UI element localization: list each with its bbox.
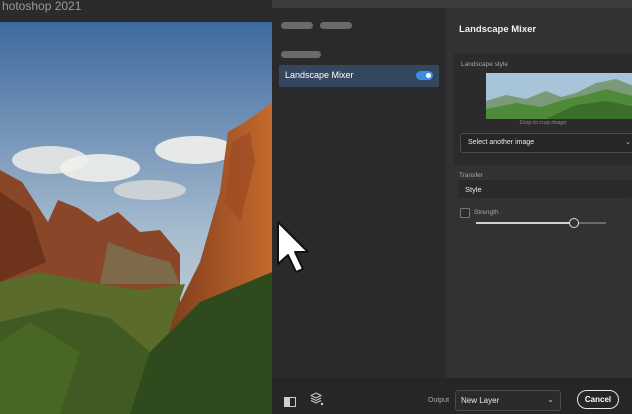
- neural-filters-panel: Landscape Mixer Landscape Mixer Landscap…: [272, 0, 632, 414]
- category-heading: [281, 51, 321, 58]
- document-titlebar: hotoshop 2021: [0, 0, 272, 22]
- select-image-label: Select another image: [468, 139, 535, 146]
- cancel-label: Cancel: [584, 395, 612, 404]
- select-another-image-button[interactable]: Select another image ⌄: [460, 133, 632, 153]
- strength-slider-handle[interactable]: [569, 218, 579, 228]
- output-label: Output: [428, 397, 450, 404]
- transfer-style-value: Style: [465, 185, 482, 194]
- app-title: hotoshop 2021: [2, 0, 82, 13]
- landscape-style-label: Landscape style: [461, 61, 508, 68]
- transfer-style-field[interactable]: Style: [458, 180, 632, 198]
- canvas-photo[interactable]: [0, 22, 272, 414]
- thumbnail-caption: Drop to crop image: [519, 120, 567, 126]
- layers-icon[interactable]: [309, 392, 324, 411]
- tab-wait-list[interactable]: [320, 22, 352, 29]
- chevron-down-icon: ⌄: [547, 395, 554, 404]
- thumbnail-image: [486, 73, 632, 119]
- cancel-button[interactable]: Cancel: [577, 390, 619, 409]
- landscape-photo: [0, 22, 272, 414]
- mouse-pointer-icon: [276, 220, 310, 279]
- output-select[interactable]: New Layer ⌄: [455, 390, 561, 411]
- output-value: New Layer: [461, 396, 500, 405]
- strength-slider-fill[interactable]: [476, 222, 574, 224]
- tab-featured[interactable]: [281, 22, 313, 29]
- settings-title: Landscape Mixer: [459, 24, 537, 35]
- filter-item-landscape-mixer[interactable]: Landscape Mixer: [279, 65, 439, 87]
- style-thumbnail[interactable]: [486, 73, 632, 119]
- dialog-top-strip: [272, 0, 632, 8]
- landscape-style-card: Landscape style Drop to crop image Selec…: [454, 53, 632, 165]
- dialog-footer: Output New Layer ⌄ Cancel: [272, 378, 632, 414]
- chevron-down-icon: ⌄: [625, 139, 631, 146]
- show-original-icon[interactable]: [284, 394, 296, 412]
- strength-label: Strength: [474, 209, 499, 216]
- filter-settings: Landscape Mixer Landscape style Drop to …: [446, 8, 632, 378]
- filter-list: Landscape Mixer: [272, 8, 446, 378]
- filter-toggle[interactable]: [416, 71, 433, 80]
- filter-item-label: Landscape Mixer: [285, 70, 354, 80]
- transfer-label: Transfer: [459, 172, 483, 179]
- strength-checkbox[interactable]: [460, 208, 470, 218]
- toggle-knob: [426, 73, 431, 78]
